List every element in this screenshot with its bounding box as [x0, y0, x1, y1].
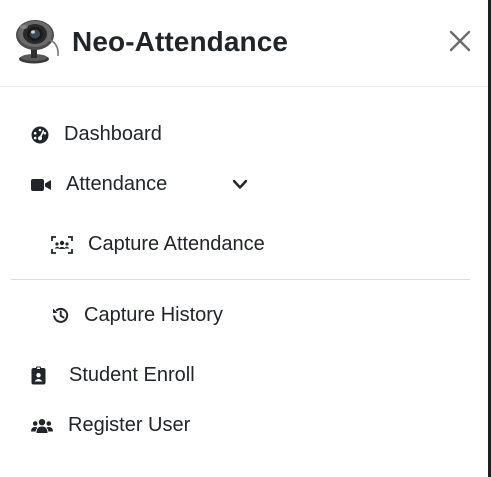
sidebar-panel: Neo-Attendance Dashboard Attendance Capt…	[0, 0, 491, 477]
nav-item-register-user[interactable]: Register User	[31, 414, 190, 437]
nav-item-capture-history-label: Capture History	[84, 304, 223, 326]
chevron-down-icon[interactable]	[232, 178, 248, 192]
close-icon[interactable]	[444, 25, 476, 57]
nav-item-dashboard[interactable]: Dashboard	[31, 123, 162, 146]
divider	[11, 279, 470, 280]
history-icon	[51, 306, 70, 325]
nav-item-attendance[interactable]: Attendance	[31, 173, 167, 196]
nav-item-attendance-label: Attendance	[66, 173, 168, 195]
webcam-logo-icon	[16, 20, 59, 64]
nav-item-capture-attendance[interactable]: Capture Attendance	[51, 233, 265, 256]
users-viewfinder-icon	[51, 235, 73, 254]
nav-item-dashboard-label: Dashboard	[64, 123, 162, 145]
nav-item-student-enroll[interactable]: Student Enroll	[31, 364, 195, 387]
app-title: Neo-Attendance	[72, 26, 289, 57]
video-icon	[31, 177, 51, 193]
nav-item-capture-attendance-label: Capture Attendance	[88, 233, 265, 255]
nav-item-register-user-label: Register User	[68, 414, 191, 436]
nav-item-capture-history[interactable]: Capture History	[51, 304, 223, 327]
tachometer-icon	[31, 126, 49, 144]
id-badge-icon	[31, 366, 46, 385]
nav-item-student-enroll-label: Student Enroll	[69, 364, 195, 386]
sidebar-header: Neo-Attendance	[0, 0, 488, 87]
brand[interactable]: Neo-Attendance	[12, 18, 288, 66]
users-icon	[31, 418, 53, 434]
